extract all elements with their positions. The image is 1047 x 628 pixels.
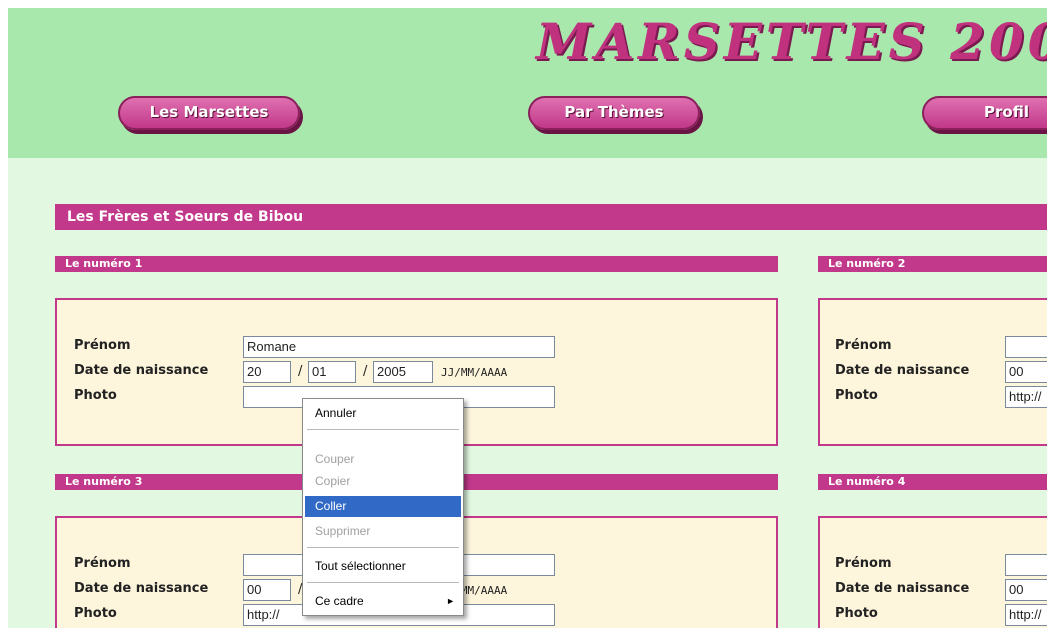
menu-item-copier[interactable]: Copier bbox=[305, 471, 461, 492]
menu-item-couper[interactable]: Couper bbox=[305, 449, 461, 470]
photo-label: Photo bbox=[74, 606, 117, 621]
photo-input-2[interactable]: http:// bbox=[1005, 386, 1047, 408]
photo-label: Photo bbox=[74, 388, 117, 403]
header: MARSETTES 2007 Les Marsettes Par Thèmes … bbox=[8, 8, 1047, 158]
year-input-1[interactable]: 2005 bbox=[373, 361, 433, 383]
date-label: Date de naissance bbox=[74, 363, 209, 378]
date-separator: / bbox=[298, 364, 303, 379]
site-logo[interactable]: MARSETTES 2007 bbox=[536, 12, 1047, 71]
month-input-1[interactable]: 01 bbox=[308, 361, 356, 383]
date-format-hint: JJ/MM/AAAA bbox=[441, 366, 508, 379]
block-2-box: Prénom Date de naissance Photo 00 http:/… bbox=[818, 298, 1047, 446]
menu-item-ce-cadre-label: Ce cadre bbox=[315, 594, 364, 608]
menu-item-annuler[interactable]: Annuler bbox=[305, 403, 461, 424]
date-label: Date de naissance bbox=[74, 581, 209, 596]
submenu-arrow-icon: ► bbox=[446, 596, 455, 606]
menu-item-ce-cadre[interactable]: Ce cadre ► bbox=[305, 591, 461, 612]
photo-label: Photo bbox=[835, 388, 878, 403]
section-title: Les Frères et Soeurs de Bibou bbox=[55, 204, 1047, 230]
prenom-label: Prénom bbox=[74, 556, 131, 571]
nav-par-themes-button[interactable]: Par Thèmes bbox=[528, 96, 700, 130]
block-4-title: Le numéro 4 bbox=[818, 474, 1047, 490]
prenom-input-4[interactable] bbox=[1005, 554, 1047, 576]
prenom-label: Prénom bbox=[835, 556, 892, 571]
block-4-box: Prénom Date de naissance Photo 00 http:/… bbox=[818, 516, 1047, 628]
photo-input-4[interactable]: http:// bbox=[1005, 604, 1047, 626]
menu-separator bbox=[307, 547, 459, 548]
block-2-title: Le numéro 2 bbox=[818, 256, 1047, 272]
nav-profil-button[interactable]: Profil bbox=[922, 96, 1047, 130]
prenom-input-2[interactable] bbox=[1005, 336, 1047, 358]
menu-item-coller[interactable]: Coller bbox=[305, 496, 461, 517]
day-input-3[interactable]: 00 bbox=[243, 579, 291, 601]
prenom-input-1[interactable]: Romane bbox=[243, 336, 555, 358]
context-menu: Annuler Couper Copier Coller Supprimer T… bbox=[302, 398, 464, 616]
menu-separator bbox=[307, 582, 459, 583]
date-label: Date de naissance bbox=[835, 363, 970, 378]
nav-les-marsettes-button[interactable]: Les Marsettes bbox=[118, 96, 300, 130]
day-input-1[interactable]: 20 bbox=[243, 361, 291, 383]
block-1-title: Le numéro 1 bbox=[55, 256, 778, 272]
menu-separator bbox=[307, 429, 459, 430]
date-separator: / bbox=[363, 364, 368, 379]
prenom-label: Prénom bbox=[835, 338, 892, 353]
date-label: Date de naissance bbox=[835, 581, 970, 596]
menu-item-supprimer[interactable]: Supprimer bbox=[305, 521, 461, 542]
prenom-label: Prénom bbox=[74, 338, 131, 353]
day-input-2[interactable]: 00 bbox=[1005, 361, 1047, 383]
menu-item-tout-selectionner[interactable]: Tout sélectionner bbox=[305, 556, 461, 577]
page: MARSETTES 2007 Les Marsettes Par Thèmes … bbox=[8, 8, 1047, 628]
day-input-4[interactable]: 00 bbox=[1005, 579, 1047, 601]
photo-label: Photo bbox=[835, 606, 878, 621]
